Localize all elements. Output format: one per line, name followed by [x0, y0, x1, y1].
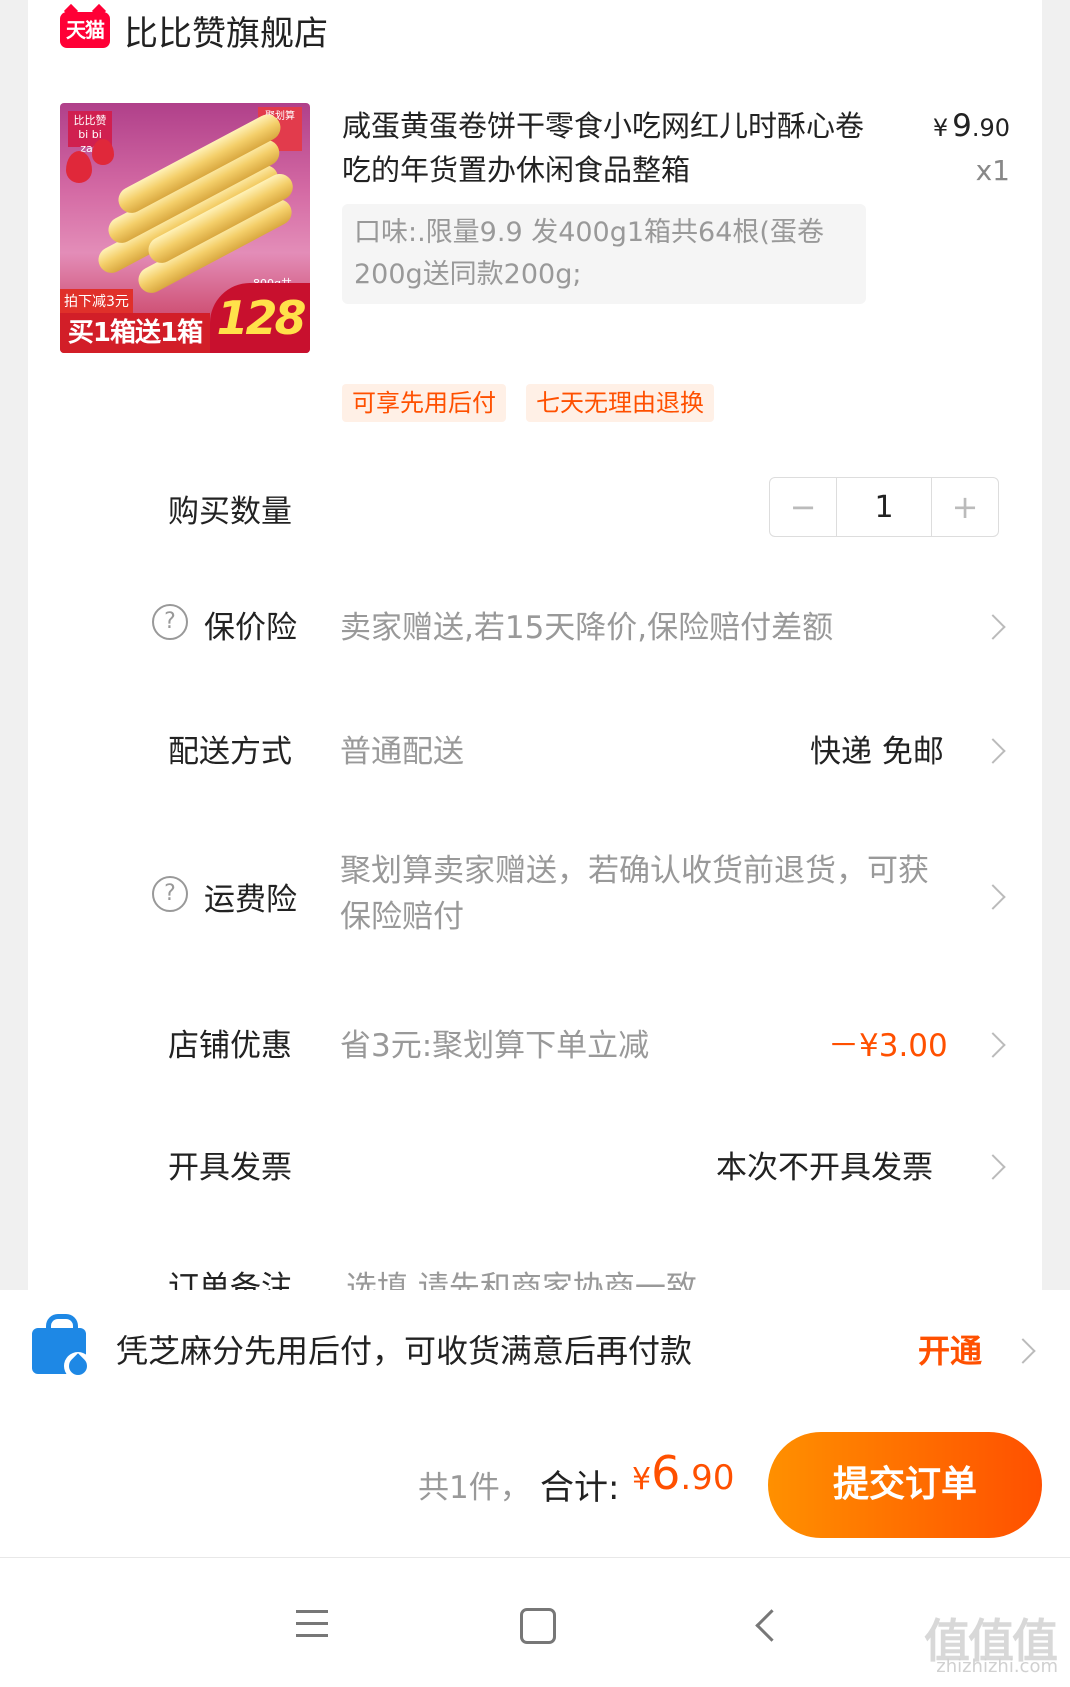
plus-button[interactable]: + [932, 478, 998, 536]
promo-count: 128根 [210, 283, 310, 353]
quantity-input[interactable]: 1 [836, 478, 932, 536]
zhima-pay-later-text: 凭芝麻分先用后付，可收货满意后再付款 [116, 1332, 693, 1370]
chevron-right-icon[interactable] [980, 738, 1006, 764]
price-protect-value[interactable]: 卖家赠送,若15天降价,保险赔付差额 [340, 602, 833, 647]
price-protect-label: 保价险 [204, 610, 297, 646]
watermark-url: zhizhizhi.com [936, 1656, 1058, 1677]
note-label: 订单备注 [168, 1270, 292, 1290]
minus-button[interactable]: − [770, 478, 836, 536]
promo-discount-label: 拍下减3元 [60, 289, 133, 313]
store-discount-value[interactable]: 省3元:聚划算下单立减 [340, 1020, 649, 1065]
total-price: ¥6.90 [632, 1446, 735, 1500]
freight-insurance-label: 运费险 [204, 882, 297, 918]
submit-order-button[interactable]: 提交订单 [768, 1432, 1042, 1538]
promo-buy-one-get-one: 买1箱送1箱 [60, 313, 210, 353]
help-icon[interactable]: ? [152, 604, 188, 640]
store-discount-amount[interactable]: －¥3.00 [828, 1020, 948, 1065]
total-label: 合计: [540, 1468, 620, 1508]
zhima-open-button[interactable]: 开通 [918, 1326, 982, 1372]
product-title[interactable]: 咸蛋黄蛋卷饼干零食小吃网红儿时酥心卷吃的年货置办休闲食品整箱 [342, 104, 872, 192]
quantity-label: 购买数量 [168, 494, 292, 530]
home-icon[interactable] [520, 1608, 556, 1644]
shopping-bag-icon [32, 1314, 92, 1380]
order-card: 天猫 比比赞旗舰店 比比赞bi bi zan 聚划算 拍下减3元 800g共 买… [28, 0, 1042, 1290]
tag-pay-later: 可享先用后付 [342, 384, 506, 422]
store-discount-label: 店铺优惠 [168, 1028, 292, 1064]
delivery-label: 配送方式 [168, 734, 292, 770]
back-icon[interactable] [755, 1609, 788, 1642]
checkout-footer: 共1件， 合计: ¥6.90 提交订单 [0, 1412, 1070, 1557]
chevron-right-icon[interactable] [980, 1154, 1006, 1180]
invoice-label: 开具发票 [168, 1150, 292, 1186]
delivery-value[interactable]: 普通配送 [340, 726, 464, 771]
product-price: ¥9.90 [932, 108, 1010, 144]
delivery-method[interactable]: 快递 免邮 [810, 726, 944, 771]
chevron-right-icon[interactable] [980, 1032, 1006, 1058]
help-icon[interactable]: ? [152, 876, 188, 912]
tmall-logo-icon: 天猫 [60, 12, 110, 48]
zhima-pay-later-bar[interactable]: 凭芝麻分先用后付，可收货满意后再付款 开通 [0, 1290, 1070, 1412]
egg-roll-graphic [80, 110, 298, 298]
freight-insurance-value[interactable]: 聚划算卖家赠送，若确认收货前退货，可获保险赔付 [340, 848, 940, 940]
invoice-value[interactable]: 本次不开具发票 [716, 1142, 933, 1187]
product-quantity: x1 [975, 154, 1010, 187]
product-image[interactable]: 比比赞bi bi zan 聚划算 拍下减3元 800g共 买1箱送1箱 128根 [60, 103, 310, 353]
chevron-right-icon[interactable] [980, 614, 1006, 640]
quantity-stepper[interactable]: − 1 + [769, 477, 999, 537]
chevron-right-icon[interactable] [1010, 1338, 1036, 1364]
tag-seven-day-return: 七天无理由退换 [526, 384, 714, 422]
system-nav-bar [0, 1558, 1070, 1687]
menu-icon[interactable] [296, 1610, 328, 1646]
chevron-right-icon[interactable] [980, 884, 1006, 910]
note-input[interactable]: 选填,请先和商家协商一致 [346, 1262, 697, 1290]
item-count: 共1件， [418, 1470, 531, 1506]
product-spec[interactable]: 口味:.限量9.9 发400g1箱共64根(蛋卷200g送同款200g; [342, 204, 866, 304]
shop-name[interactable]: 比比赞旗舰店 [124, 6, 328, 55]
